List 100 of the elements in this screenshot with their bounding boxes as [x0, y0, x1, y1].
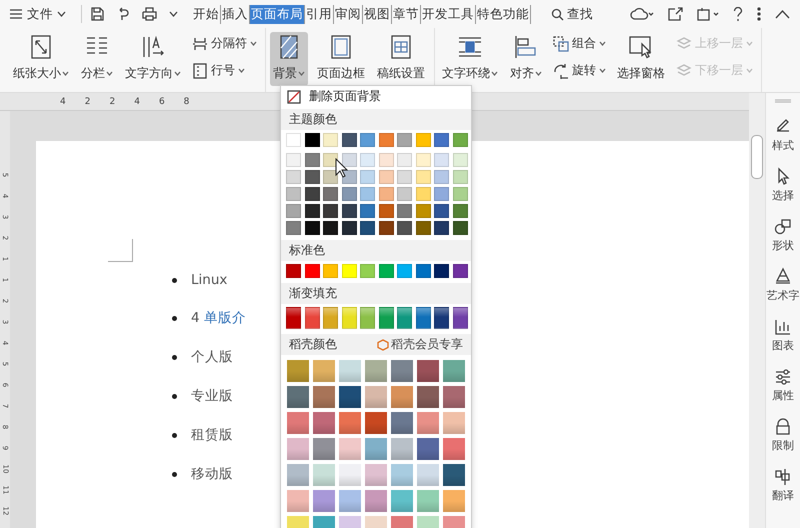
color-swatch[interactable]: [365, 360, 387, 382]
color-swatch[interactable]: [313, 360, 335, 382]
color-swatch[interactable]: [434, 153, 449, 167]
ribbon-button[interactable]: 选择窗格: [614, 32, 668, 86]
color-swatch[interactable]: [304, 264, 320, 278]
color-swatch[interactable]: [323, 187, 338, 201]
color-swatch[interactable]: [360, 187, 375, 201]
color-swatch[interactable]: [304, 187, 320, 201]
color-swatch[interactable]: [304, 133, 320, 147]
color-swatch[interactable]: [443, 490, 465, 512]
color-swatch[interactable]: [287, 490, 309, 512]
color-swatch[interactable]: [342, 307, 356, 329]
side-panel-button[interactable]: 形状: [772, 217, 794, 253]
color-swatch[interactable]: [304, 221, 320, 235]
color-swatch[interactable]: [365, 412, 387, 434]
ribbon-button[interactable]: 纸张大小: [10, 32, 72, 86]
color-swatch[interactable]: [287, 360, 309, 382]
color-swatch[interactable]: [286, 133, 301, 147]
color-swatch[interactable]: [339, 464, 361, 486]
side-panel-button[interactable]: 属性: [772, 367, 794, 403]
color-swatch[interactable]: [339, 386, 361, 408]
color-swatch[interactable]: [304, 170, 320, 184]
color-swatch[interactable]: [313, 490, 335, 512]
ribbon-tab[interactable]: 视图: [363, 4, 392, 24]
color-swatch[interactable]: [452, 187, 468, 201]
color-swatch[interactable]: [287, 412, 309, 434]
color-swatch[interactable]: [360, 307, 375, 329]
ribbon-button[interactable]: 对齐: [507, 32, 545, 86]
color-swatch[interactable]: [287, 464, 309, 486]
color-swatch[interactable]: [286, 187, 301, 201]
color-swatch[interactable]: [323, 133, 338, 147]
color-swatch[interactable]: [452, 153, 468, 167]
color-swatch[interactable]: [342, 153, 356, 167]
file-menu[interactable]: 文件: [8, 4, 67, 24]
color-swatch[interactable]: [360, 153, 375, 167]
color-swatch[interactable]: [323, 204, 338, 218]
side-panel-button[interactable]: 图表: [772, 317, 794, 353]
color-swatch[interactable]: [434, 187, 449, 201]
printer-icon[interactable]: [142, 7, 157, 21]
color-swatch[interactable]: [378, 307, 394, 329]
color-swatch[interactable]: [378, 221, 394, 235]
color-swatch[interactable]: [313, 412, 335, 434]
color-swatch[interactable]: [397, 204, 412, 218]
more-icon[interactable]: [757, 7, 761, 21]
color-swatch[interactable]: [443, 464, 465, 486]
color-swatch[interactable]: [443, 360, 465, 382]
color-swatch[interactable]: [286, 170, 301, 184]
ribbon-button[interactable]: 稿纸设置: [374, 32, 428, 86]
color-swatch[interactable]: [452, 221, 468, 235]
side-panel-button[interactable]: 翻译: [772, 467, 794, 503]
color-swatch[interactable]: [365, 438, 387, 460]
color-swatch[interactable]: [360, 264, 375, 278]
color-swatch[interactable]: [391, 360, 413, 382]
color-swatch[interactable]: [342, 204, 356, 218]
cloud-icon[interactable]: [630, 7, 654, 21]
color-swatch[interactable]: [323, 264, 338, 278]
ribbon-button[interactable]: 文字环绕: [439, 32, 501, 86]
color-swatch[interactable]: [434, 170, 449, 184]
color-swatch[interactable]: [339, 490, 361, 512]
color-swatch[interactable]: [443, 438, 465, 460]
color-swatch[interactable]: [416, 133, 430, 147]
chevron-up-icon[interactable]: [775, 10, 790, 18]
color-swatch[interactable]: [342, 187, 356, 201]
color-swatch[interactable]: [360, 221, 375, 235]
color-swatch[interactable]: [286, 204, 301, 218]
side-panel-button[interactable]: 样式: [772, 117, 794, 153]
ribbon-tab[interactable]: 开发工具: [421, 4, 476, 24]
color-swatch[interactable]: [342, 133, 356, 147]
color-swatch[interactable]: [339, 438, 361, 460]
ribbon-button[interactable]: 背景: [270, 32, 308, 86]
color-swatch[interactable]: [397, 170, 412, 184]
color-swatch[interactable]: [342, 264, 356, 278]
color-swatch[interactable]: [417, 438, 439, 460]
ribbon-tab[interactable]: 引用: [305, 4, 334, 24]
color-swatch[interactable]: [434, 307, 449, 329]
ribbon-button[interactable]: 旋转: [551, 61, 608, 80]
side-panel-button[interactable]: 艺术字: [766, 267, 800, 303]
color-swatch[interactable]: [417, 386, 439, 408]
color-swatch[interactable]: [452, 170, 468, 184]
chevron-down-icon[interactable]: [169, 11, 178, 17]
color-swatch[interactable]: [452, 307, 468, 329]
side-panel-button[interactable]: 选择: [772, 167, 794, 203]
color-swatch[interactable]: [452, 204, 468, 218]
color-swatch[interactable]: [397, 133, 412, 147]
color-swatch[interactable]: [397, 307, 412, 329]
color-swatch[interactable]: [378, 170, 394, 184]
color-swatch[interactable]: [304, 204, 320, 218]
color-swatch[interactable]: [286, 307, 301, 329]
color-swatch[interactable]: [434, 221, 449, 235]
color-swatch[interactable]: [416, 170, 430, 184]
color-swatch[interactable]: [313, 464, 335, 486]
color-swatch[interactable]: [378, 187, 394, 201]
ribbon-button[interactable]: 分隔符: [190, 34, 259, 53]
menu-item[interactable]: 删除页面背景: [281, 86, 387, 107]
help-icon[interactable]: [733, 6, 743, 22]
color-swatch[interactable]: [378, 264, 394, 278]
color-swatch[interactable]: [443, 412, 465, 434]
color-swatch[interactable]: [323, 170, 338, 184]
color-swatch[interactable]: [304, 153, 320, 167]
color-swatch[interactable]: [339, 412, 361, 434]
